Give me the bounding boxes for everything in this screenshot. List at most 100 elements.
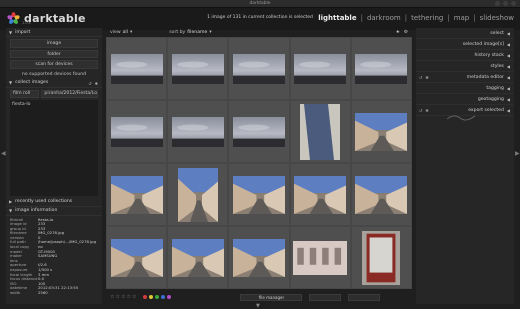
thumbnail-cell[interactable]: [107, 38, 167, 99]
thumbnail-cell[interactable]: [107, 101, 167, 162]
zoom-combo[interactable]: [309, 293, 342, 301]
thumbnail-cell[interactable]: [107, 227, 167, 288]
thumbnail-cell[interactable]: [168, 101, 228, 162]
thumbnail-image[interactable]: [300, 103, 341, 160]
thumbnail-cell[interactable]: [290, 38, 350, 99]
presets-icon[interactable]: ✱: [425, 75, 428, 80]
thumbnail-grid[interactable]: [106, 37, 412, 289]
star-icon[interactable]: ☆: [121, 294, 125, 300]
thumbnail-image[interactable]: [294, 175, 347, 214]
color-labels[interactable]: [143, 295, 172, 299]
collect-list-item[interactable]: fiesta-lo: [12, 102, 96, 107]
reset-icon[interactable]: ↺: [419, 75, 422, 80]
module-metadata-editor[interactable]: ↺ ✱ metadata editor ◀: [416, 72, 514, 83]
view-tethering[interactable]: tethering: [411, 14, 443, 22]
module-styles[interactable]: styles ◀: [416, 61, 514, 72]
thumbnail-image[interactable]: [232, 238, 285, 277]
thumbnail-image[interactable]: [355, 53, 408, 84]
thumbnail-image[interactable]: [177, 167, 218, 222]
collect-value-input[interactable]: piranha/2012/Fiesta/Lo: [41, 89, 98, 98]
thumbnail-cell[interactable]: [351, 101, 411, 162]
thumbnail-image[interactable]: [355, 112, 408, 151]
maximize-button[interactable]: [503, 1, 508, 6]
module-tools: ↺ ✱: [419, 75, 429, 80]
right-panel-collapse-icon[interactable]: ▶: [515, 150, 520, 159]
color-label-dot[interactable]: [167, 295, 172, 299]
scan-devices-button[interactable]: scan for devices: [10, 60, 98, 69]
thumbnail-image[interactable]: [232, 53, 285, 84]
presets-icon[interactable]: ✱: [95, 81, 98, 86]
module-label: geotagging: [477, 96, 504, 102]
module-geotagging[interactable]: geotagging ◀: [416, 94, 514, 105]
thumbnail-image[interactable]: [110, 175, 163, 214]
gear-icon[interactable]: ⚙: [404, 30, 408, 35]
filmstrip-toggle-icon[interactable]: ▼: [256, 303, 260, 309]
module-history-stack[interactable]: history stack ◀: [416, 50, 514, 61]
sort-control[interactable]: sort by filename ▾: [169, 30, 211, 35]
thumbnail-cell[interactable]: [351, 164, 411, 225]
thumbnail-image[interactable]: [355, 175, 408, 214]
thumbnail-image[interactable]: [171, 116, 224, 147]
thumbnail-cell[interactable]: [351, 227, 411, 288]
view-lighttable[interactable]: lighttable: [318, 14, 356, 22]
thumbnail-cell[interactable]: [290, 227, 350, 288]
reset-icon[interactable]: ↺: [88, 81, 91, 86]
thumbnail-image[interactable]: [110, 53, 163, 84]
zoom-entry[interactable]: [348, 293, 381, 301]
module-selected-image-s-[interactable]: selected image[s] ◀: [416, 39, 514, 50]
thumbnail-image[interactable]: [110, 238, 163, 277]
thumbnail-cell[interactable]: [351, 38, 411, 99]
collect-list[interactable]: fiesta-lo: [10, 99, 98, 196]
thumbnail-image[interactable]: [232, 175, 285, 214]
import-folder-button[interactable]: folder: [10, 49, 98, 58]
module-select[interactable]: select ◀: [416, 28, 514, 39]
star-icon[interactable]: ☆: [110, 294, 114, 300]
thumbnail-image[interactable]: [232, 116, 285, 147]
thumbnail-cell[interactable]: [290, 164, 350, 225]
star-icon[interactable]: ★: [396, 30, 400, 35]
darktable-logo-icon: [7, 12, 20, 24]
minimize-button[interactable]: [495, 1, 500, 6]
center-bottom-toolbar: ☆ ☆ ☆ ☆ ☆ file manager: [106, 292, 412, 302]
presets-icon[interactable]: ✱: [425, 108, 428, 113]
star-icon[interactable]: ☆: [132, 294, 136, 300]
color-label-dot[interactable]: [155, 295, 160, 299]
thumbnail-image[interactable]: [294, 53, 347, 84]
thumbnail-cell[interactable]: [168, 164, 228, 225]
thumbnail-cell[interactable]: [229, 227, 289, 288]
thumbnail-cell[interactable]: [168, 38, 228, 99]
star-rating[interactable]: ☆ ☆ ☆ ☆ ☆: [110, 294, 136, 300]
view-darkroom[interactable]: darkroom: [367, 14, 401, 22]
thumbnail-cell[interactable]: [168, 227, 228, 288]
star-icon[interactable]: ☆: [126, 294, 130, 300]
star-icon[interactable]: ☆: [115, 294, 119, 300]
close-button[interactable]: [511, 1, 516, 6]
thumbnail-cell[interactable]: [107, 164, 167, 225]
layout-combo[interactable]: file manager: [240, 293, 303, 301]
view-map[interactable]: map: [454, 14, 470, 22]
recent-collections-header[interactable]: ▶ recently used collections: [6, 198, 102, 207]
collect-section-header[interactable]: ▼ collect images ↺ ✱: [6, 79, 102, 88]
thumbnail-image[interactable]: [171, 238, 224, 277]
collect-field-combo[interactable]: film roll: [10, 89, 40, 98]
color-label-dot[interactable]: [161, 295, 166, 299]
thumbnail-image[interactable]: [110, 116, 163, 147]
import-image-button[interactable]: image: [10, 39, 98, 48]
thumbnail-cell[interactable]: [229, 101, 289, 162]
thumbnail-image[interactable]: [171, 53, 224, 84]
sort-value[interactable]: filename: [187, 30, 207, 35]
reset-icon[interactable]: ↺: [419, 108, 422, 113]
view-slideshow[interactable]: slideshow: [480, 14, 514, 22]
view-filter-value[interactable]: all: [123, 30, 128, 35]
thumbnail-cell[interactable]: [229, 38, 289, 99]
import-section-header[interactable]: ▼ import: [6, 28, 102, 37]
module-tagging[interactable]: tagging ◀: [416, 83, 514, 94]
thumbnail-image[interactable]: [362, 230, 401, 285]
color-label-dot[interactable]: [149, 295, 154, 299]
color-label-dot[interactable]: [143, 295, 148, 299]
image-info-header[interactable]: ▼ image information: [6, 207, 102, 216]
thumbnail-cell[interactable]: [229, 164, 289, 225]
thumbnail-image[interactable]: [293, 240, 348, 275]
view-filter[interactable]: view all ▾: [110, 30, 132, 35]
thumbnail-cell[interactable]: [290, 101, 350, 162]
